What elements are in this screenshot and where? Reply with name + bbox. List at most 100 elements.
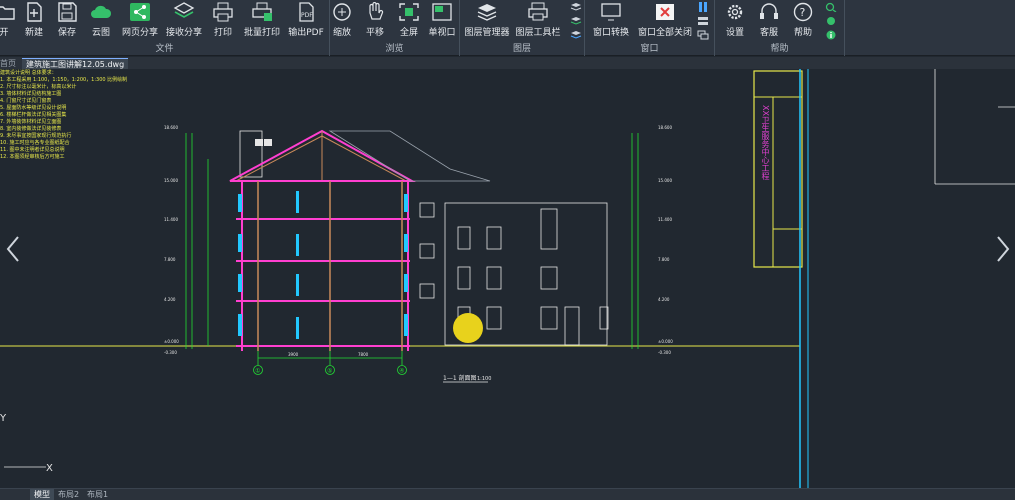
new-button[interactable]: 新建 — [22, 2, 46, 42]
dimension-2: 7800 — [358, 352, 369, 357]
search-plus-icon[interactable] — [825, 2, 837, 12]
support-button[interactable]: 客服 — [757, 2, 781, 42]
window-switch-label: 窗口转换 — [592, 28, 629, 38]
group-layer: 图层管理器 图层工具栏 图层 — [460, 0, 585, 56]
help-label: 帮助 — [793, 28, 812, 38]
open-label: 开 — [0, 28, 9, 38]
elev-tag-left-2: 15.000 — [164, 178, 178, 183]
tab-active-drawing[interactable]: 建筑施工图讲解12.05.dwg — [22, 58, 129, 69]
layer-toolbar-button[interactable]: 图层工具栏 — [515, 2, 561, 42]
web-share-button[interactable]: 网页分享 — [121, 2, 159, 42]
note-line: 3. 墙体材料详见结构施工图 — [0, 91, 62, 97]
receive-share-label: 接收分享 — [165, 28, 202, 38]
elev-tag-left-4: 7.800 — [164, 257, 176, 262]
open-button[interactable]: 开 — [0, 2, 15, 42]
print-button[interactable]: 打印 — [210, 2, 236, 42]
help-button[interactable]: ? 帮助 — [791, 2, 815, 42]
settings-label: 设置 — [725, 28, 744, 38]
note-line: 9. 未尽事宜按国家现行规范执行 — [0, 133, 72, 139]
elev-tag-right-5: 4.200 — [658, 297, 670, 302]
window-r3 — [404, 234, 408, 252]
note-line: 7. 外墙装饰材料详见立面图 — [0, 119, 62, 125]
elev-tag-left-6: ±0.000 — [164, 339, 179, 344]
note-line: 1. 本工程采用 1:100，1:150，1:200，1:300 比例绘制 — [0, 77, 128, 83]
tab-home[interactable]: 首页 — [0, 58, 20, 69]
batch-print-label: 批量打印 — [243, 28, 280, 38]
globe-icon[interactable] — [825, 16, 837, 26]
cascade-icon[interactable] — [697, 30, 709, 40]
zoom-button[interactable]: 缩放 — [330, 2, 354, 42]
layer-manager-label: 图层管理器 — [464, 28, 510, 38]
pan-label: 平移 — [365, 28, 384, 38]
layer-toolbar-label: 图层工具栏 — [515, 28, 561, 38]
note-line: 10. 施工时应与各专业图纸配合 — [0, 140, 70, 146]
zoom-label: 缩放 — [332, 28, 351, 38]
fullscreen-button[interactable]: 全屏 — [397, 2, 421, 42]
viewport-icon — [432, 3, 452, 21]
group-title-window: 窗口 — [640, 44, 659, 54]
pdf-icon: PDF — [299, 2, 314, 22]
headset-icon — [760, 3, 778, 19]
info-icon[interactable] — [825, 30, 837, 40]
folder-open-icon — [0, 6, 15, 20]
ucs-y-label: Y — [0, 413, 7, 424]
save-button[interactable]: 保存 — [55, 2, 79, 42]
cloud-button[interactable]: 云图 — [88, 2, 114, 42]
chimney-window — [255, 139, 263, 146]
group-title-view: 浏览 — [385, 44, 404, 54]
new-file-icon — [27, 2, 42, 22]
share-icon — [130, 3, 150, 21]
window-r4 — [404, 194, 408, 212]
new-label: 新建 — [24, 28, 43, 38]
layer-small-icon-3[interactable] — [570, 30, 582, 40]
single-viewport-label: 单视口 — [428, 28, 456, 38]
window-switch-button[interactable]: 窗口转换 — [591, 2, 631, 42]
layer-small-icon-1[interactable] — [570, 2, 582, 12]
window-l4 — [238, 194, 242, 212]
tab-layout-1[interactable]: 布局1 — [83, 489, 112, 500]
export-pdf-label: 输出PDF — [288, 28, 324, 38]
batch-printer-icon — [252, 2, 272, 21]
axis-label-1: ① — [255, 368, 260, 375]
layer-manager-button[interactable]: 图层管理器 — [464, 2, 510, 42]
elev-window-7 — [486, 226, 502, 250]
close-all-windows-label: 窗口全部关闭 — [637, 28, 692, 38]
ribbon-toolbar: 开 新建 保存 云图 网页分享 接收分享 打印 批量打印 PDF 输出PDF 文… — [0, 0, 1015, 56]
receive-share-button[interactable]: 接收分享 — [165, 2, 203, 42]
tile-vertical-icon[interactable] — [697, 2, 709, 12]
tab-layout-2[interactable]: 布局2 — [54, 489, 83, 500]
pan-button[interactable]: 平移 — [363, 2, 387, 42]
section-title: 1—1 剖面图 — [443, 374, 477, 382]
elev-window-3 — [419, 283, 435, 299]
close-all-windows-button[interactable]: 窗口全部关闭 — [637, 2, 693, 42]
window-m2 — [296, 274, 299, 296]
layer-small-icon-2[interactable] — [570, 16, 582, 26]
window-r2 — [404, 274, 408, 292]
elev-tag-right-2: 15.000 — [658, 178, 672, 183]
elev-tag-left-7: -0.300 — [164, 350, 177, 355]
settings-button[interactable]: 设置 — [723, 2, 747, 42]
tab-model[interactable]: 模型 — [30, 489, 54, 500]
note-line: 8. 室内装修做法详见装修表 — [0, 126, 62, 132]
tile-horizontal-icon[interactable] — [697, 16, 709, 26]
elev-tag-left-3: 11.400 — [164, 217, 178, 222]
svg-text:PDF: PDF — [301, 12, 313, 19]
window-m4 — [296, 191, 299, 213]
gear-icon — [727, 4, 743, 20]
layer-toolbar-icon — [528, 2, 548, 21]
section-scale: 1:100 — [477, 376, 491, 382]
save-icon — [58, 2, 77, 22]
dimension-1: 3900 — [288, 352, 299, 357]
prev-page-arrow[interactable] — [4, 235, 22, 263]
section-building — [229, 129, 416, 351]
group-title-layer: 图层 — [512, 44, 531, 54]
elev-tag-right-1: 18.600 — [658, 125, 672, 130]
help-icon: ? — [793, 2, 813, 22]
export-pdf-button[interactable]: PDF 输出PDF — [286, 2, 326, 42]
next-page-arrow[interactable] — [994, 235, 1012, 263]
window-switch-icon — [601, 3, 621, 21]
group-help: 设置 客服 ? 帮助 帮助 — [715, 0, 845, 56]
single-viewport-button[interactable]: 单视口 — [427, 2, 457, 42]
batch-print-button[interactable]: 批量打印 — [243, 2, 281, 42]
group-window: 窗口转换 窗口全部关闭 窗口 — [585, 0, 715, 56]
